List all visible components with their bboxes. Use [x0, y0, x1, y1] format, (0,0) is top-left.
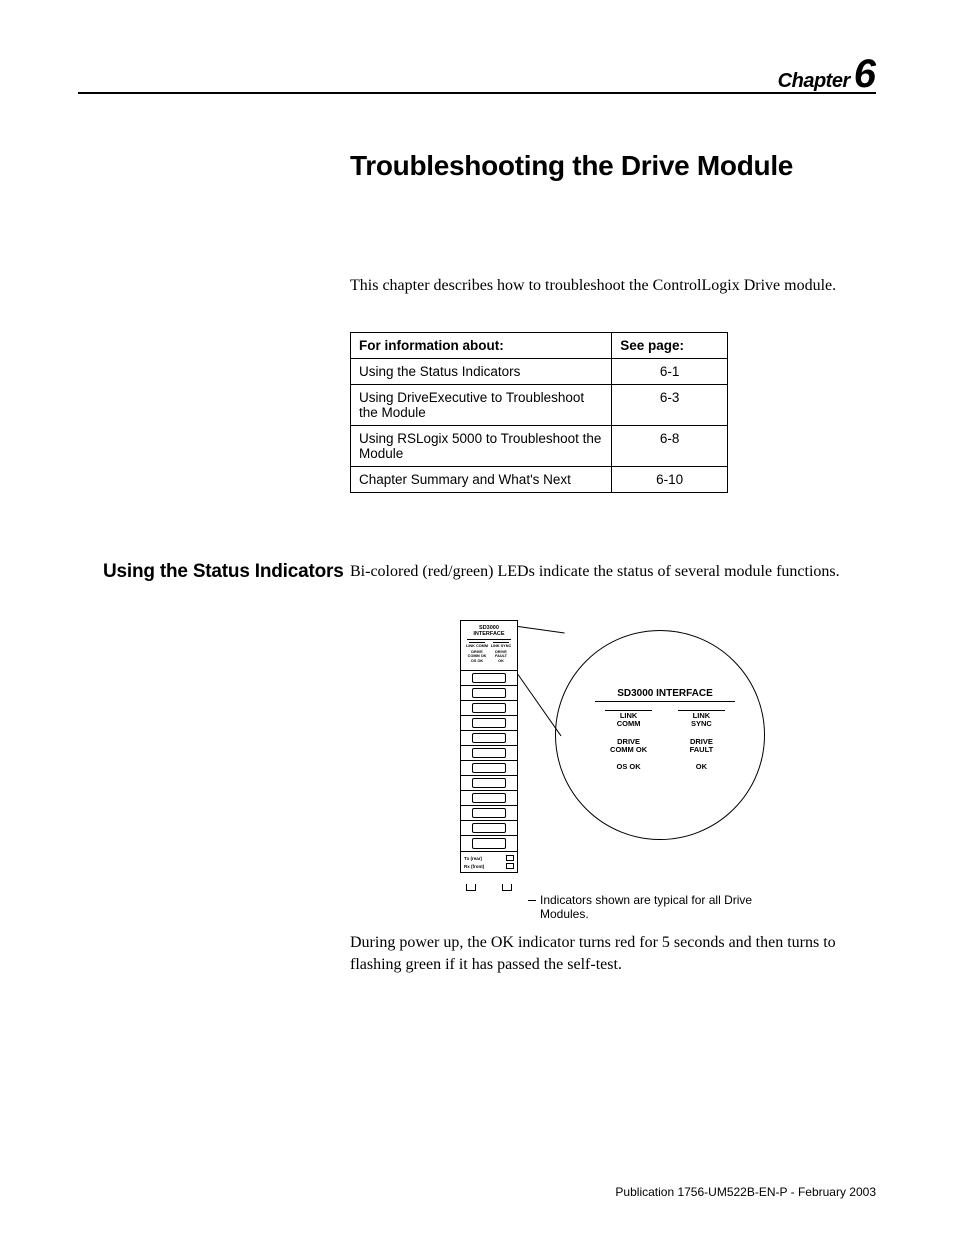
slot-icon: [461, 686, 517, 701]
foot-icon: [502, 884, 512, 891]
module-front-panel: SD3000 INTERFACE LINK COMM DRIVE COMM OK…: [460, 620, 518, 873]
module-ports: Tx (rear) Rx (front): [461, 851, 517, 872]
table-header-row: For information about: See page:: [351, 333, 728, 359]
slot-icon: [461, 716, 517, 731]
slot-icon: [461, 806, 517, 821]
led-label: LINKSYNC: [668, 710, 735, 729]
toc-page: 6-3: [612, 385, 728, 426]
led-label: LINK COMM: [466, 645, 488, 649]
toc-topic: Using RSLogix 5000 to Troubleshoot the M…: [351, 426, 612, 467]
led-label: DRIVEFAULT: [668, 738, 735, 755]
header-rule: [78, 92, 876, 94]
slot-icon: [461, 731, 517, 746]
led-label: OK: [490, 660, 512, 664]
led-label: LINK SYNC: [490, 645, 512, 649]
callout-line: [518, 626, 565, 634]
chapter-number: 6: [854, 52, 876, 96]
slot-icon: [461, 671, 517, 686]
table-header-topic: For information about:: [351, 333, 612, 359]
module-title-small: SD3000 INTERFACE: [463, 623, 515, 639]
caption-connector: [528, 900, 536, 901]
table-row: Using the Status Indicators 6-1: [351, 359, 728, 385]
module-feet: [460, 884, 518, 891]
toc-topic: Chapter Summary and What's Next: [351, 467, 612, 493]
diagram-caption: Indicators shown are typical for all Dri…: [540, 893, 780, 921]
led-label: OS OK: [595, 763, 662, 771]
port-label-tx: Tx (rear): [464, 856, 482, 861]
toc-page: 6-1: [612, 359, 728, 385]
section-body: Bi-colored (red/green) LEDs indicate the…: [350, 561, 860, 583]
table-row: Using RSLogix 5000 to Troubleshoot the M…: [351, 426, 728, 467]
port-label-rx: Rx (front): [464, 864, 484, 869]
led-label: OS OK: [466, 660, 488, 664]
chapter-word: Chapter: [778, 70, 850, 92]
port-icon: [506, 863, 514, 869]
toc-page: 6-10: [612, 467, 728, 493]
publication-footer: Publication 1756-UM522B-EN-P - February …: [615, 1185, 876, 1199]
module-led-grid: LINK COMM DRIVE COMM OK OS OK LINK SYNC …: [463, 642, 515, 664]
led-label: DRIVECOMM OK: [595, 738, 662, 755]
toc-table: For information about: See page: Using t…: [350, 332, 728, 493]
led-label: DRIVE COMM OK: [466, 651, 488, 659]
module-slots: [461, 671, 517, 851]
port-icon: [506, 855, 514, 861]
slot-icon: [461, 791, 517, 806]
toc-topic: Using DriveExecutive to Troubleshoot the…: [351, 385, 612, 426]
slot-icon: [461, 746, 517, 761]
table-header-page: See page:: [612, 333, 728, 359]
led-label: LINKCOMM: [595, 710, 662, 729]
slot-icon: [461, 761, 517, 776]
magnified-led-panel: SD3000 INTERFACE LINKCOMM LINKSYNC DRIVE…: [595, 688, 735, 780]
page-title: Troubleshooting the Drive Module: [350, 150, 793, 182]
table-row: Using DriveExecutive to Troubleshoot the…: [351, 385, 728, 426]
toc-page: 6-8: [612, 426, 728, 467]
toc-topic: Using the Status Indicators: [351, 359, 612, 385]
module-top-section: SD3000 INTERFACE LINK COMM DRIVE COMM OK…: [461, 621, 517, 671]
table-row: Chapter Summary and What's Next 6-10: [351, 467, 728, 493]
led-label: OK: [668, 763, 735, 771]
chapter-header: Chapter6: [778, 52, 876, 97]
led-label: DRIVE FAULT: [490, 651, 512, 659]
magnified-title: SD3000 INTERFACE: [595, 688, 735, 699]
slot-icon: [461, 701, 517, 716]
status-indicator-diagram: SD3000 INTERFACE LINK COMM DRIVE COMM OK…: [460, 620, 780, 920]
slot-icon: [461, 836, 517, 851]
foot-icon: [466, 884, 476, 891]
intro-paragraph: This chapter describes how to troublesho…: [350, 275, 860, 297]
section-body: During power up, the OK indicator turns …: [350, 932, 870, 977]
slot-icon: [461, 821, 517, 836]
slot-icon: [461, 776, 517, 791]
section-heading: Using the Status Indicators: [103, 561, 344, 583]
